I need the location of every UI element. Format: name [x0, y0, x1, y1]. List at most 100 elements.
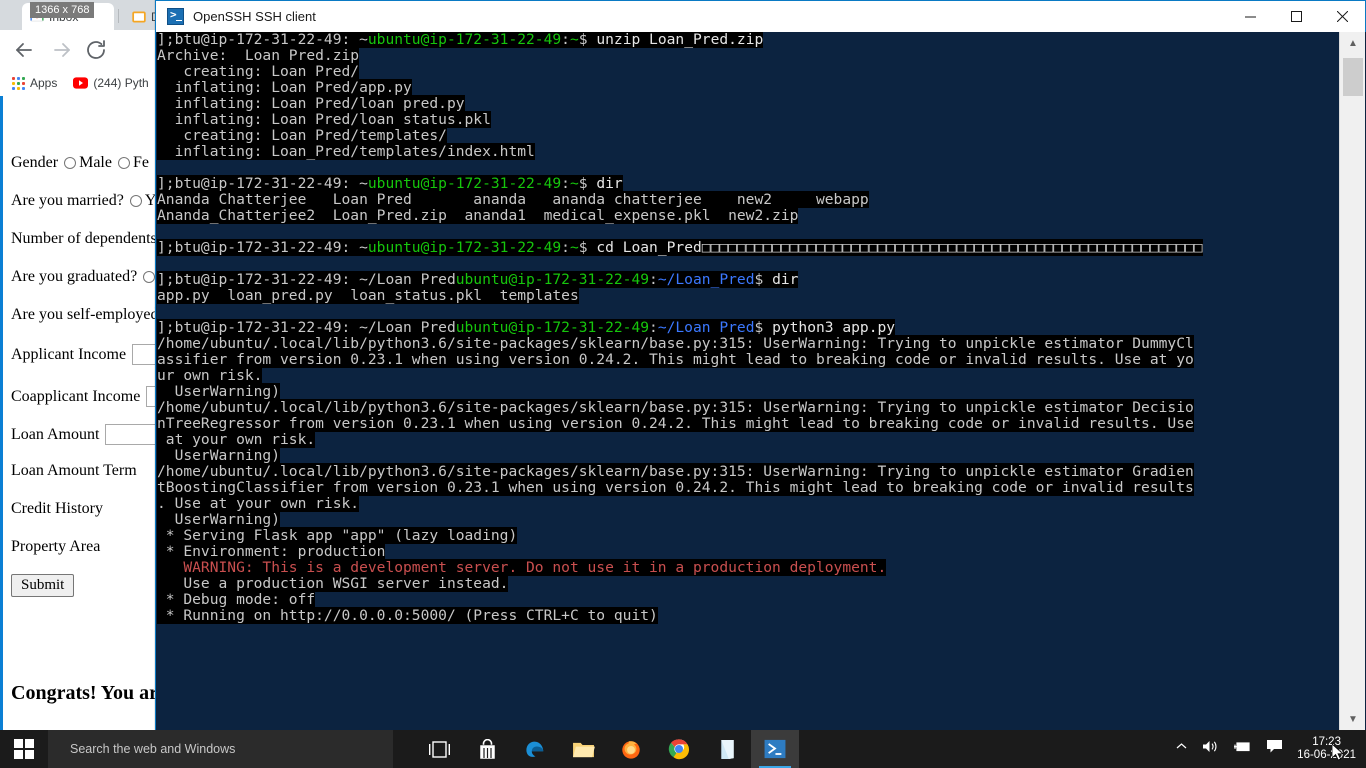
graduated-radio[interactable] — [143, 271, 156, 283]
gender-female-label: Fe — [132, 154, 149, 171]
bookmark-apps[interactable]: Apps — [8, 74, 61, 92]
terminal-line: creating: Loan_Pred/templates/ — [157, 127, 447, 144]
scroll-down-arrow-icon[interactable]: ▼ — [1340, 708, 1366, 730]
terminal-line: inflating: Loan_Pred/app.py — [157, 79, 412, 96]
search-placeholder: Search the web and Windows — [70, 742, 236, 756]
windows-logo-icon — [14, 739, 34, 759]
terminal-line: ur own risk. — [157, 367, 263, 384]
terminal-line: /home/ubuntu/.local/lib/python3.6/site-p… — [157, 399, 1194, 416]
terminal-line: * Serving Flask app "app" (lazy loading) — [157, 527, 518, 544]
close-button[interactable] — [1319, 1, 1365, 31]
dependents-label: Number of dependents — [11, 230, 157, 247]
terminal-prompt-line: ];btu@ip-172-31-22-49: ~/Loan_Predubuntu… — [157, 271, 799, 288]
terminal-line: app.py loan_pred.py loan_status.pkl temp… — [157, 287, 579, 304]
forward-arrow-icon[interactable] — [50, 38, 74, 62]
search-input[interactable]: Search the web and Windows — [48, 730, 393, 768]
terminal-scrollbar[interactable]: ▲ ▼ — [1339, 32, 1365, 730]
graduated-label: Are you graduated? — [11, 268, 138, 285]
minimize-button[interactable] — [1227, 1, 1273, 31]
terminal-line: UserWarning) — [157, 447, 281, 464]
form-row-property-area: Property Area — [11, 538, 100, 556]
ssh-window-title: OpenSSH SSH client — [193, 9, 316, 24]
terminal-line: tBoostingClassifier from version 0.23.1 … — [157, 479, 1194, 496]
terminal-line: Ananda_Chatterjee2 Loan_Pred.zip ananda1… — [157, 207, 799, 224]
sticky-notes-icon[interactable] — [703, 730, 751, 768]
terminal-prompt-line: ];btu@ip-172-31-22-49: ~ubuntu@ip-172-31… — [157, 239, 1203, 256]
notification-icon[interactable] — [1266, 739, 1283, 759]
terminal-line: . Use at your own risk. — [157, 495, 360, 512]
bookmark-youtube[interactable]: (244) Pyth — [69, 74, 152, 92]
terminal-prompt-line: ];btu@ip-172-31-22-49: ~ubuntu@ip-172-31… — [157, 32, 764, 48]
terminal-line: inflating: Loan_Pred/loan_status.pkl — [157, 111, 491, 128]
bookmark-label: (244) Pyth — [93, 76, 149, 90]
form-row-credit-history: Credit History — [11, 500, 103, 518]
powershell-icon[interactable] — [751, 730, 799, 768]
reload-icon[interactable] — [84, 38, 108, 62]
mouse-cursor — [1332, 744, 1344, 761]
property-area-label: Property Area — [11, 538, 101, 555]
edge-icon[interactable] — [511, 730, 559, 768]
youtube-icon — [73, 77, 89, 89]
ssh-window-titlebar[interactable]: OpenSSH SSH client — [156, 1, 1365, 32]
terminal-line: inflating: Loan_Pred/templates/index.htm… — [157, 143, 535, 160]
coapplicant-income-label: Coapplicant Income — [11, 387, 141, 405]
chrome-icon[interactable] — [655, 730, 703, 768]
battery-icon[interactable] — [1233, 740, 1252, 758]
speaker-icon[interactable] — [1202, 739, 1219, 759]
gender-female-radio[interactable] — [117, 157, 130, 169]
back-arrow-icon[interactable] — [12, 38, 36, 62]
loan-term-label: Loan Amount Term — [11, 462, 137, 479]
resolution-overlay-badge: 1366 x 768 — [30, 2, 95, 18]
folder-icon — [132, 10, 146, 23]
terminal-line: inflating: Loan_Pred/loan_pred.py — [157, 95, 465, 112]
screen: Inbox DEM N 1366 x 768 — [0, 0, 1366, 768]
terminal-line: * Debug mode: off — [157, 591, 316, 608]
scroll-up-arrow-icon[interactable]: ▲ — [1340, 32, 1366, 54]
chevron-up-icon[interactable] — [1175, 740, 1188, 758]
form-row-gender: Gender Male Fe — [11, 154, 149, 172]
scrollbar-thumb[interactable] — [1343, 58, 1363, 96]
terminal-line: Use a production WSGI server instead. — [157, 575, 509, 592]
terminal-line: WARNING: This is a development server. D… — [157, 559, 887, 576]
terminal-output[interactable]: ];btu@ip-172-31-22-49: ~ubuntu@ip-172-31… — [156, 32, 1341, 730]
gender-label: Gender — [11, 154, 59, 171]
start-button[interactable] — [0, 730, 48, 768]
loan-amount-label: Loan Amount — [11, 425, 100, 443]
terminal-line: creating: Loan_Pred/ — [157, 63, 360, 80]
terminal-line: /home/ubuntu/.local/lib/python3.6/site-p… — [157, 335, 1194, 352]
prediction-result-text: Congrats! You are — [11, 682, 167, 704]
form-row-self-employed: Are you self-employed — [11, 306, 159, 324]
form-row-loan-term: Loan Amount Term — [11, 462, 137, 480]
store-icon[interactable] — [463, 730, 511, 768]
married-yes-radio[interactable] — [129, 195, 142, 207]
tab-separator — [118, 9, 119, 23]
terminal-line: Ananda_Chatterjee Loan_Pred ananda anand… — [157, 191, 869, 208]
form-row-graduated: Are you graduated? — [11, 268, 158, 286]
firefox-icon[interactable] — [607, 730, 655, 768]
maximize-button[interactable] — [1273, 1, 1319, 31]
clock[interactable]: 17:23 16-06-2021 — [1297, 736, 1356, 762]
powershell-icon — [167, 8, 184, 25]
applicant-income-label: Applicant Income — [11, 345, 127, 363]
clock-time: 17:23 — [1312, 736, 1341, 748]
file-explorer-icon[interactable] — [559, 730, 607, 768]
self-employed-label: Are you self-employed — [11, 306, 159, 323]
terminal-line: UserWarning) — [157, 511, 281, 528]
terminal-line: * Running on http://0.0.0.0:5000/ (Press… — [157, 607, 658, 624]
terminal-prompt-line: ];btu@ip-172-31-22-49: ~/Loan_Predubuntu… — [157, 319, 896, 336]
windows-taskbar: Search the web and Windows 17:23 16-06-2… — [0, 730, 1366, 768]
terminal-line: * Environment: production — [157, 543, 386, 560]
gender-male-radio[interactable] — [64, 157, 77, 169]
submit-button[interactable]: Submit — [11, 574, 75, 597]
form-row-married: Are you married? Y — [11, 192, 156, 210]
terminal-line: Archive: Loan_Pred.zip — [157, 47, 360, 64]
terminal-line: assifier from version 0.23.1 when using … — [157, 351, 1194, 368]
clock-date: 16-06-2021 — [1297, 749, 1356, 761]
terminal-line: at your own risk. — [157, 431, 316, 448]
terminal-line: nTreeRegressor from version 0.23.1 when … — [157, 415, 1194, 432]
task-view-icon[interactable] — [415, 730, 463, 768]
bookmark-label: Apps — [30, 76, 58, 90]
